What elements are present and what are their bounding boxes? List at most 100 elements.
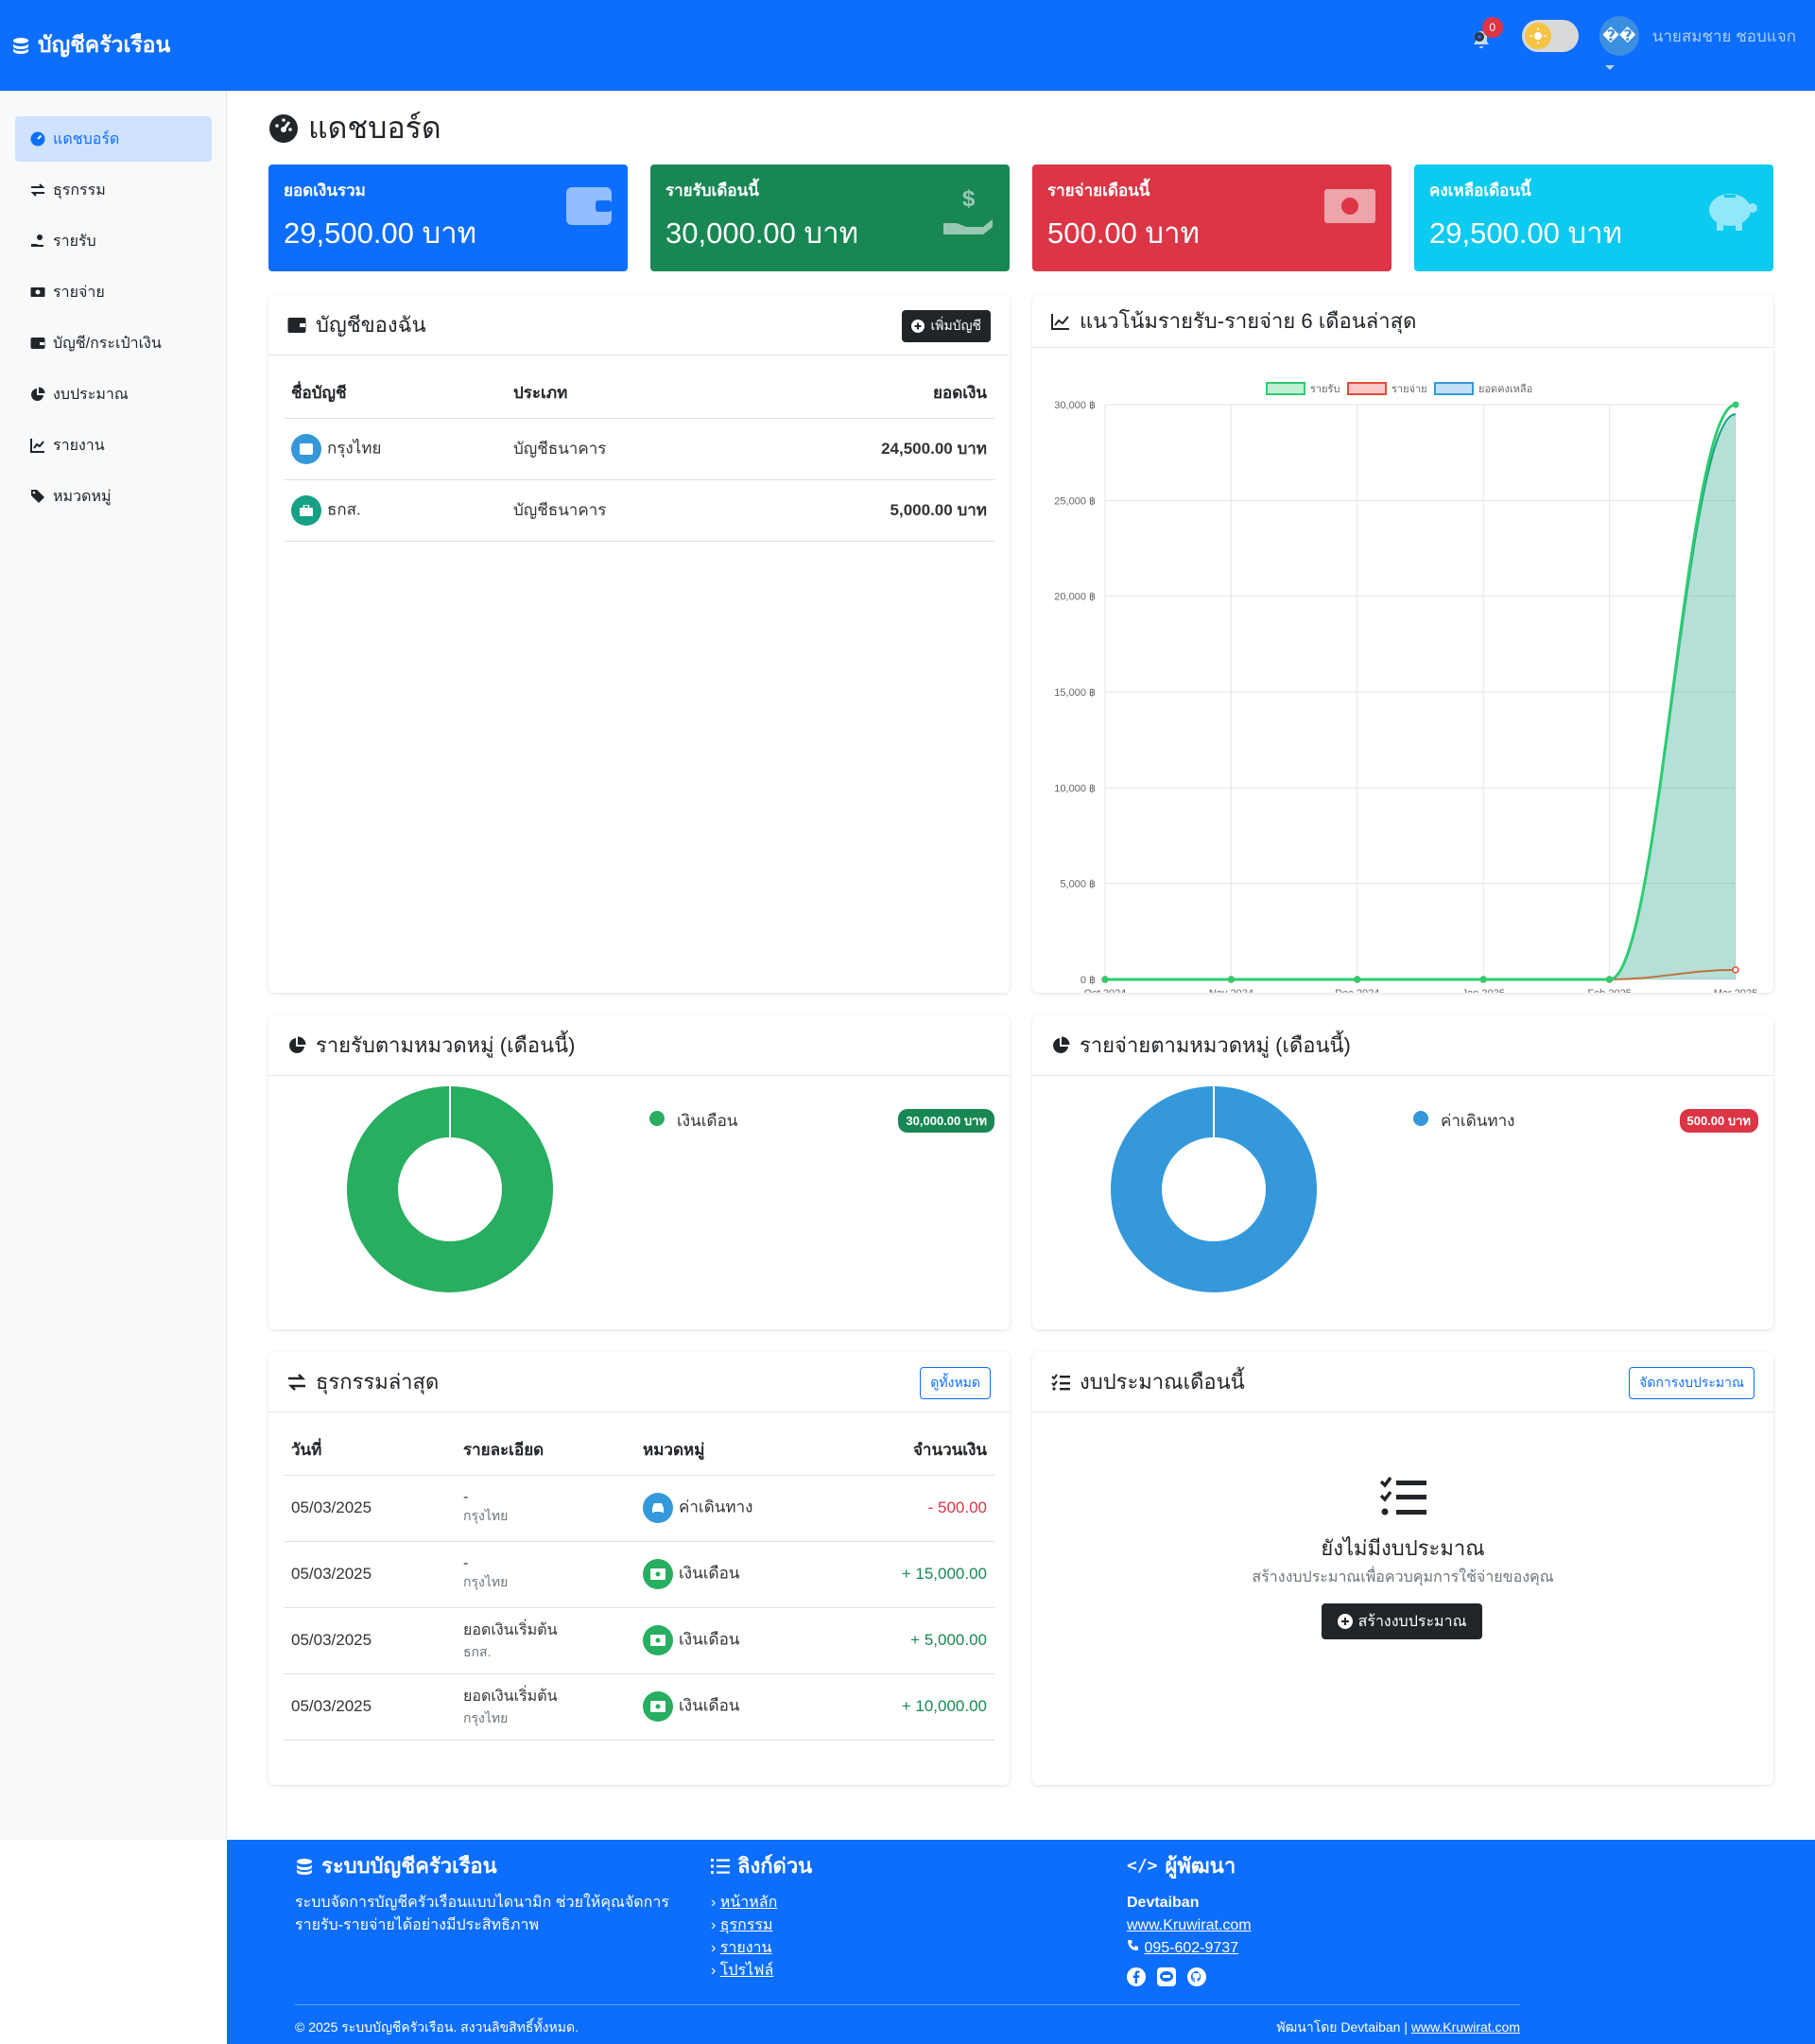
txn-date: 05/03/2025 <box>284 1541 456 1608</box>
y-tick-label: 20,000 ฿ <box>1054 592 1096 603</box>
line-chart-icon <box>30 439 44 453</box>
link-text[interactable]: รายงาน <box>720 1940 772 1956</box>
tags-icon <box>31 490 44 503</box>
account-type: บัญชีธนาคาร <box>506 418 789 480</box>
column-header: หมวดหมู่ <box>635 1426 853 1476</box>
footer-link-home[interactable]: › หน้าหลัก <box>711 1892 812 1914</box>
github-icon[interactable] <box>1187 1967 1206 1986</box>
theme-toggle[interactable] <box>1521 20 1579 52</box>
y-tick-label: 25,000 ฿ <box>1054 495 1096 507</box>
sidebar-item-budget[interactable]: งบประมาณ <box>15 372 212 417</box>
brand[interactable]: บัญชีครัวเรือน <box>11 28 170 62</box>
create-budget-button[interactable]: สร้างงบประมาณ <box>1322 1603 1482 1639</box>
category-amount-badge: 30,000.00 บาท <box>898 1109 994 1133</box>
x-tick-label: Dec 2024 <box>1335 988 1379 993</box>
plus-circle-icon <box>911 320 925 333</box>
account-type: บัญชีธนาคาร <box>506 479 789 542</box>
txn-account: กรุงไทย <box>463 1574 509 1589</box>
transactions-table: วันที่ รายละเอียด หมวดหมู่ จำนวนเงิน 05/… <box>284 1426 994 1741</box>
txn-category: เงินเดือน <box>635 1607 853 1674</box>
link-text[interactable]: ธุรกรรม <box>720 1917 773 1933</box>
x-tick-label: Mar 2025 <box>1714 988 1757 993</box>
table-row[interactable]: 05/03/2025 - กรุงไทย เงินเดือน + 15,000.0… <box>284 1541 994 1608</box>
txn-amount: + 10,000.00 <box>853 1673 994 1741</box>
sidebar-item-label: ธุรกรรม <box>53 182 106 199</box>
data-point-expense <box>1732 966 1739 974</box>
y-tick-label: 10,000 ฿ <box>1054 783 1096 794</box>
money-bill-icon <box>1324 189 1375 223</box>
developer-website-link[interactable]: www.Kruwirat.com <box>1127 1917 1252 1933</box>
legend-label: รายรับ <box>1310 384 1340 395</box>
stat-card-balance: คงเหลือเดือนนี้ 29,500.00 บาท <box>1414 165 1773 271</box>
credit-link[interactable]: www.Kruwirat.com <box>1411 2019 1520 2035</box>
sidebar-item-label: บัญชี/กระเป๋าเงิน <box>53 335 162 352</box>
phone-link[interactable]: 095-602-9737 <box>1144 1940 1238 1956</box>
coins-icon <box>13 38 28 54</box>
txn-account: กรุงไทย <box>463 1508 509 1523</box>
sidebar-item-transactions[interactable]: ธุรกรรม <box>15 167 212 213</box>
manage-budget-button[interactable]: จัดการงบประมาณ <box>1629 1367 1754 1399</box>
add-account-button[interactable]: เพิ่มบัญชี <box>902 310 991 342</box>
x-tick-label: Jan 2025 <box>1462 988 1505 993</box>
table-row[interactable]: 05/03/2025 - กรุงไทย ค่าเดินทาง - 500.00 <box>284 1475 994 1542</box>
developer-credit: พัฒนาโดย Devtaiban | www.Kruwirat.com <box>1276 2018 1520 2038</box>
footer-divider <box>295 2004 1520 2005</box>
credit-prefix: พัฒนาโดย Devtaiban | <box>1276 2019 1408 2035</box>
sidebar-item-income[interactable]: รายรับ <box>15 218 212 264</box>
account-balance: 24,500.00 บาท <box>789 418 994 480</box>
sidebar-item-reports[interactable]: รายงาน <box>15 423 212 468</box>
sidebar-item-label: งบประมาณ <box>53 386 129 403</box>
footer-about-text: ระบบจัดการบัญชีครัวเรือนแบบไดนามิก ช่วยใ… <box>295 1895 669 1911</box>
footer-link-profile[interactable]: › โปรไฟล์ <box>711 1960 812 1983</box>
table-row[interactable]: ธกส. บัญชีธนาคาร 5,000.00 บาท <box>284 479 994 542</box>
account-name-cell: กรุงไทย <box>284 418 506 480</box>
sidebar-item-expenses[interactable]: รายจ่าย <box>15 269 212 315</box>
button-label: สร้างงบประมาณ <box>1357 1613 1467 1630</box>
footer-link-transactions[interactable]: › ธุรกรรม <box>711 1914 812 1937</box>
wallet-icon <box>566 187 612 225</box>
footer-link-reports[interactable]: › รายงาน <box>711 1937 812 1960</box>
phone-icon <box>1128 1940 1138 1950</box>
link-text[interactable]: โปรไฟล์ <box>720 1963 774 1979</box>
tasks-icon <box>1051 1373 1070 1391</box>
sidebar-item-label: หมวดหมู่ <box>53 488 112 505</box>
sidebar-item-dashboard[interactable]: แดชบอร์ด <box>15 116 212 162</box>
account-balance: 5,000.00 บาท <box>789 479 994 542</box>
footer-heading-text: ระบบบัญชีครัวเรือน <box>321 1854 497 1878</box>
sidebar-item-categories[interactable]: หมวดหมู่ <box>15 474 212 519</box>
y-tick-label: 0 ฿ <box>1080 975 1096 986</box>
table-row[interactable]: กรุงไทย บัญชีธนาคาร 24,500.00 บาท <box>284 418 994 480</box>
expense-category-card: รายจ่ายตามหมวดหมู่ (เดือนนี้) ค่าเดินทาง… <box>1032 1015 1773 1329</box>
txn-account: กรุงไทย <box>463 1709 509 1725</box>
list-icon <box>711 1858 730 1874</box>
card-title: ธุรกรรมล่าสุด <box>316 1370 440 1394</box>
y-tick-label: 5,000 ฿ <box>1060 879 1096 891</box>
developer-phone[interactable]: 095-602-9737 <box>1127 1937 1252 1960</box>
legend-label: ยอดคงเหลือ <box>1478 383 1532 395</box>
sidebar-item-accounts[interactable]: บัญชี/กระเป๋าเงิน <box>15 320 212 366</box>
card-title: แนวโน้มรายรับ-รายจ่าย 6 เดือนล่าสุด <box>1080 309 1417 333</box>
link-text[interactable]: หน้าหลัก <box>720 1895 778 1911</box>
empty-state-title: ยังไม่มีงบประมาณ <box>1321 1536 1485 1560</box>
sidebar-item-label: แดชบอร์ด <box>53 130 120 147</box>
user-menu[interactable]: �� นายสมชาย ชอบแจก <box>1599 16 1796 70</box>
money-bill-icon <box>30 287 45 297</box>
facebook-icon[interactable] <box>1127 1967 1146 1986</box>
empty-state-description: สร้างงบประมาณเพื่อควบคุมการใช้จ่ายของคุณ <box>1252 1569 1554 1585</box>
accounts-table: ชื่อบัญชี ประเภท ยอดเงิน กรุงไทย บัญชีธน… <box>284 369 994 542</box>
notifications-button[interactable]: 0 <box>1469 17 1503 55</box>
table-row[interactable]: 05/03/2025 ยอดเงินเริ่มต้น กรุงไทย เงินเด… <box>284 1673 994 1741</box>
column-header: ชื่อบัญชี <box>284 369 506 419</box>
code-icon: </> <box>1127 1856 1158 1876</box>
view-all-button[interactable]: ดูทั้งหมด <box>920 1367 991 1399</box>
table-row[interactable]: 05/03/2025 ยอดเงินเริ่มต้น ธกส. เงินเดือน… <box>284 1607 994 1674</box>
card-title: งบประมาณเดือนนี้ <box>1080 1370 1245 1394</box>
column-header: จำนวนเงิน <box>853 1426 994 1476</box>
txn-desc: - <box>463 1555 469 1571</box>
footer-developer: </> ผู้พัฒนา Devtaiban www.Kruwirat.com … <box>1127 1849 1252 1986</box>
gear-icon <box>1474 32 1484 42</box>
line-icon[interactable] <box>1157 1967 1176 1986</box>
stat-card-income: รายรับเดือนนี้ 30,000.00 บาท $ <box>650 165 1010 271</box>
money-bill-icon <box>643 1625 673 1655</box>
trend-line-chart: 0 ฿ 5,000 ฿ 10,000 ฿ 15,000 ฿ 20,000 ฿ 25,000… <box>1054 382 1757 993</box>
